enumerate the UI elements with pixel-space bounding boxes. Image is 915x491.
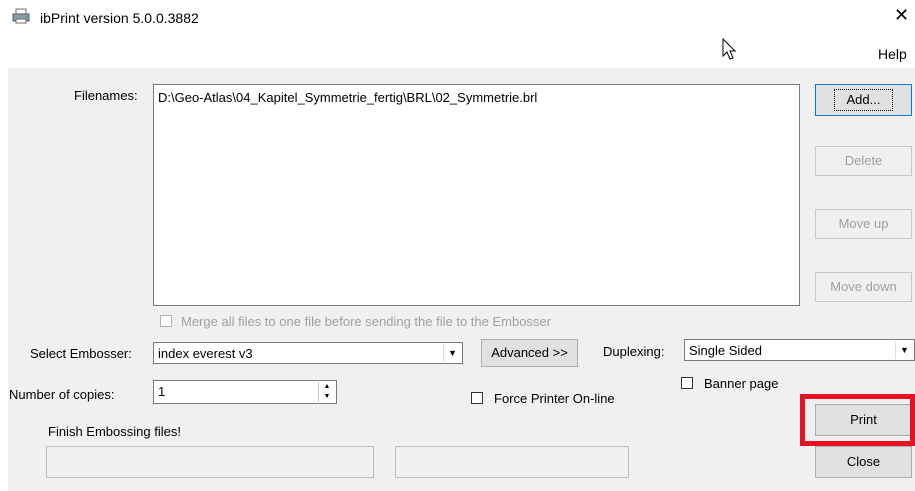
add-button[interactable]: Add... [815, 84, 912, 116]
mouse-pointer-icon [722, 38, 737, 60]
embosser-value: index everest v3 [158, 346, 253, 361]
close-button[interactable]: Close [815, 446, 912, 478]
merge-checkbox[interactable] [160, 315, 172, 327]
window-title: ibPrint version 5.0.0.3882 [40, 10, 199, 26]
status-text: Finish Embossing files! [48, 424, 181, 439]
embosser-label: Select Embosser: [30, 346, 132, 361]
embosser-select[interactable]: index everest v3 ▼ [153, 342, 463, 364]
copies-label: Number of copies: [9, 387, 115, 402]
stepper-up-icon[interactable]: ▲ [319, 382, 335, 392]
force-online-checkbox[interactable] [471, 392, 483, 404]
move-up-button[interactable]: Move up [815, 209, 912, 239]
filenames-listbox[interactable]: D:\Geo-Atlas\04_Kapitel_Symmetrie_fertig… [153, 84, 800, 306]
chevron-down-icon[interactable]: ▼ [895, 341, 913, 359]
close-icon[interactable]: ✕ [894, 6, 909, 24]
list-item[interactable]: D:\Geo-Atlas\04_Kapitel_Symmetrie_fertig… [158, 90, 537, 105]
add-button-label: Add... [833, 89, 894, 111]
progress-field-left [46, 446, 374, 478]
stepper-arrows: ▲ ▼ [318, 382, 335, 402]
banner-page-checkbox[interactable] [681, 377, 693, 389]
filenames-label: Filenames: [74, 88, 138, 103]
copies-stepper[interactable]: 1 ▲ ▼ [153, 380, 337, 404]
progress-field-right [395, 446, 629, 478]
merge-label: Merge all files to one file before sendi… [181, 314, 551, 329]
delete-button[interactable]: Delete [815, 146, 912, 176]
stepper-down-icon[interactable]: ▼ [319, 392, 335, 402]
highlight-frame [800, 394, 915, 446]
duplexing-value: Single Sided [689, 343, 762, 358]
printer-icon [12, 8, 30, 24]
duplexing-label: Duplexing: [603, 344, 665, 359]
menu-help[interactable]: Help [878, 46, 907, 62]
force-online-label: Force Printer On-line [494, 391, 615, 406]
advanced-button[interactable]: Advanced >> [481, 339, 578, 367]
banner-page-label: Banner page [704, 376, 779, 391]
move-down-button[interactable]: Move down [815, 272, 912, 302]
duplexing-select[interactable]: Single Sided ▼ [684, 339, 915, 361]
chevron-down-icon[interactable]: ▼ [443, 344, 461, 362]
copies-value: 1 [158, 384, 166, 399]
